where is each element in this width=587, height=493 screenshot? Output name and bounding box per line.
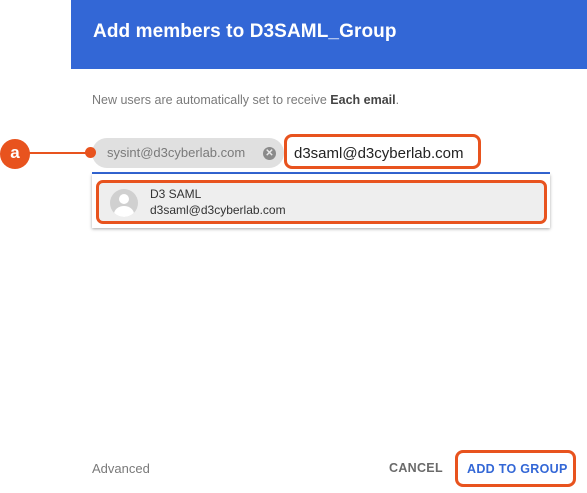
member-email-input[interactable]: d3saml@d3cyberlab.com [284, 134, 481, 169]
add-to-group-button[interactable]: ADD TO GROUP [455, 450, 576, 487]
dialog-header: Add members to D3SAML_Group [71, 0, 587, 69]
info-prefix: New users are automatically set to recei… [92, 93, 331, 107]
info-text: New users are automatically set to recei… [92, 93, 399, 107]
suggestion-name: D3 SAML [150, 187, 202, 201]
close-circle-icon[interactable]: ✕ [263, 147, 276, 160]
callout-dot [85, 147, 96, 158]
callout-line [28, 152, 88, 154]
callout-badge: a [0, 139, 30, 169]
suggestion-email: d3saml@d3cyberlab.com [150, 203, 286, 217]
info-bold: Each email [330, 93, 396, 107]
person-icon [110, 189, 138, 217]
advanced-link[interactable]: Advanced [92, 461, 150, 476]
info-suffix: . [395, 93, 400, 107]
dialog-title: Add members to D3SAML_Group [93, 21, 397, 42]
member-chip[interactable]: sysint@d3cyberlab.com ✕ [92, 138, 284, 168]
member-email-value: d3saml@d3cyberlab.com [294, 145, 464, 162]
member-chip-label: sysint@d3cyberlab.com [107, 145, 246, 160]
cancel-button[interactable]: CANCEL [389, 461, 443, 475]
suggestion-item[interactable]: D3 SAML d3saml@d3cyberlab.com [96, 180, 547, 224]
add-to-group-label: ADD TO GROUP [467, 462, 568, 476]
